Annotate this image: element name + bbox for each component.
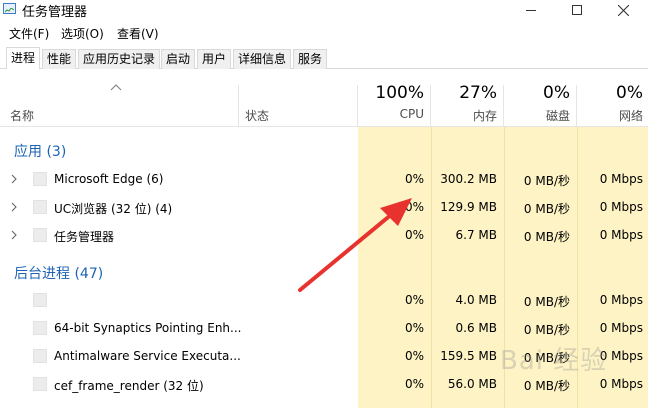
cpu-value: 0%	[404, 293, 424, 307]
group-background: 后台进程 (47)	[14, 266, 104, 282]
process-icon	[33, 349, 47, 363]
network-value: 0 Mbps	[599, 321, 643, 335]
title-bar: 任务管理器	[0, 0, 648, 20]
network-label: 网络	[618, 109, 643, 123]
cpu-value: 0%	[404, 349, 424, 363]
menu-bar: 文件(F) 选项(O) 查看(V)	[0, 24, 648, 42]
disk-label: 磁盘	[545, 109, 570, 123]
chevron-right-icon[interactable]	[10, 174, 18, 184]
column-header: 名称 状态 100% CPU 27% 内存 0% 磁盘 0% 网络	[0, 69, 648, 127]
tab-users[interactable]: 用户	[197, 49, 232, 69]
column-status[interactable]: 状态	[245, 107, 269, 124]
menu-view[interactable]: 查看(V)	[114, 24, 162, 43]
tab-startup[interactable]: 启动	[161, 49, 196, 69]
maximize-icon	[572, 5, 582, 15]
cpu-total: 100%	[375, 83, 424, 103]
tab-app-history[interactable]: 应用历史记录	[78, 49, 161, 69]
cpu-label: CPU	[399, 107, 424, 121]
task-manager-icon	[3, 2, 17, 16]
tab-details[interactable]: 详细信息	[233, 49, 292, 69]
process-name: Microsoft Edge (6)	[54, 172, 164, 186]
column-name[interactable]: 名称	[10, 107, 34, 124]
watermark: Bai 经验	[500, 346, 608, 376]
cpu-value: 0%	[404, 321, 424, 335]
column-cpu[interactable]: 100% CPU	[354, 83, 424, 121]
disk-total: 0%	[543, 83, 570, 103]
disk-value: 0 MB/秒	[523, 323, 570, 337]
column-disk[interactable]: 0% 磁盘	[500, 83, 570, 124]
memory-value: 129.9 MB	[440, 200, 497, 214]
process-row[interactable]: Microsoft Edge (6) 0% 300.2 MB 0 MB/秒 0 …	[0, 166, 648, 194]
tab-bar: 进程 性能 应用历史记录 启动 用户 详细信息 服务	[0, 47, 648, 69]
network-value: 0 Mbps	[599, 377, 643, 391]
process-row[interactable]: 0% 4.0 MB 0 MB/秒 0 Mbps	[0, 287, 648, 315]
process-icon	[33, 293, 47, 307]
network-value: 0 Mbps	[599, 172, 643, 186]
menu-options[interactable]: 选项(O)	[58, 24, 107, 43]
memory-value: 0.6 MB	[455, 321, 497, 335]
chevron-right-icon[interactable]	[10, 230, 18, 240]
group-apps: 应用 (3)	[14, 144, 67, 160]
process-row[interactable]: 任务管理器 0% 6.7 MB 0 MB/秒 0 Mbps	[0, 222, 648, 250]
process-name: cef_frame_render (32 位)	[54, 379, 204, 393]
process-row[interactable]: 64-bit Synaptics Pointing Enh... 0% 0.6 …	[0, 315, 648, 343]
process-icon	[33, 377, 47, 391]
disk-value: 0 MB/秒	[523, 230, 570, 244]
process-row[interactable]: UC浏览器 (32 位) (4) 0% 129.9 MB 0 MB/秒 0 Mb…	[0, 194, 648, 222]
sort-up-icon	[110, 84, 122, 91]
disk-value: 0 MB/秒	[523, 295, 570, 309]
disk-value: 0 MB/秒	[523, 379, 570, 393]
process-icon	[33, 321, 47, 335]
maximize-button[interactable]	[554, 0, 600, 20]
network-value: 0 Mbps	[599, 293, 643, 307]
cpu-value: 0%	[404, 228, 424, 242]
menu-file[interactable]: 文件(F)	[6, 24, 52, 43]
process-name: UC浏览器 (32 位) (4)	[54, 202, 173, 216]
chevron-right-icon[interactable]	[10, 202, 18, 212]
network-total: 0%	[616, 83, 643, 103]
column-memory[interactable]: 27% 内存	[427, 83, 497, 124]
memory-label: 内存	[472, 109, 497, 123]
disk-value: 0 MB/秒	[523, 174, 570, 188]
memory-value: 4.0 MB	[455, 293, 497, 307]
edge-icon	[33, 172, 47, 186]
task-manager-app-icon	[33, 228, 47, 242]
tab-processes[interactable]: 进程	[6, 47, 41, 69]
network-value: 0 Mbps	[599, 200, 643, 214]
process-name: 任务管理器	[54, 230, 115, 244]
memory-value: 159.5 MB	[440, 349, 497, 363]
uc-browser-icon	[33, 200, 47, 214]
memory-total: 27%	[459, 83, 497, 103]
cpu-value: 0%	[404, 200, 424, 214]
tab-performance[interactable]: 性能	[42, 49, 77, 69]
process-name: 64-bit Synaptics Pointing Enh...	[54, 321, 242, 335]
process-name: Antimalware Service Executa...	[54, 349, 241, 363]
window-title: 任务管理器	[22, 5, 88, 20]
memory-value: 300.2 MB	[440, 172, 497, 186]
disk-value: 0 MB/秒	[523, 202, 570, 216]
cpu-value: 0%	[404, 172, 424, 186]
cpu-value: 0%	[404, 377, 424, 391]
column-network[interactable]: 0% 网络	[573, 83, 643, 124]
memory-value: 6.7 MB	[455, 228, 497, 242]
minimize-icon	[526, 9, 536, 11]
close-icon	[617, 4, 629, 16]
tab-services[interactable]: 服务	[293, 49, 328, 69]
network-value: 0 Mbps	[599, 228, 643, 242]
close-button[interactable]	[600, 0, 646, 20]
minimize-button[interactable]	[508, 0, 554, 20]
memory-value: 56.0 MB	[447, 377, 497, 391]
